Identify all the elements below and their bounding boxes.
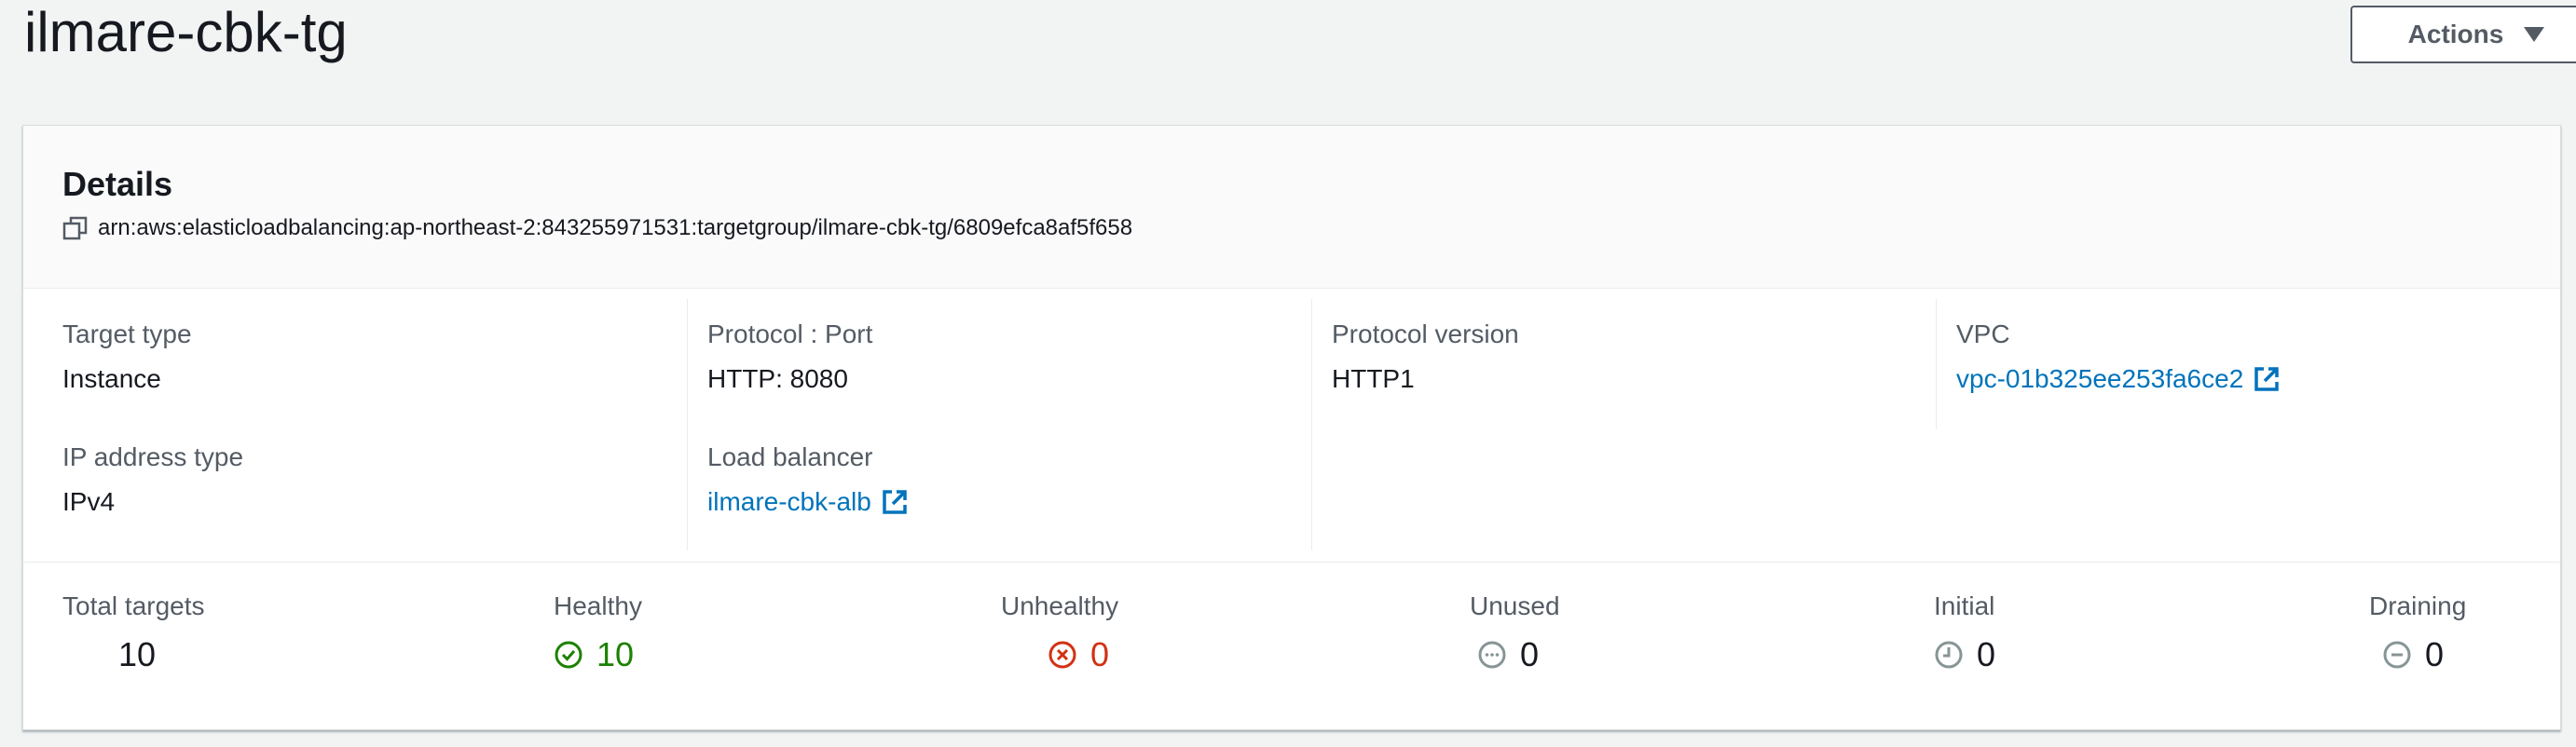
protocol-version-field: Protocol version HTTP1 bbox=[1332, 318, 1519, 396]
unused-label: Unused bbox=[1470, 591, 1560, 620]
unhealthy-count: Unhealthy 0 bbox=[1001, 590, 1118, 675]
actions-button-label: Actions bbox=[2407, 20, 2504, 48]
details-column-1: Target type Instance IP address type IPv… bbox=[62, 299, 666, 550]
caret-down-icon bbox=[2524, 27, 2545, 42]
healthy-count: Healthy 10 bbox=[554, 590, 642, 675]
ip-address-type-value: IPv4 bbox=[62, 487, 116, 516]
details-column-2: Protocol : Port HTTP: 8080 Load balancer… bbox=[687, 299, 1311, 550]
protocol-port-field: Protocol : Port HTTP: 8080 bbox=[707, 318, 872, 396]
unhealthy-label: Unhealthy bbox=[1001, 591, 1119, 620]
load-balancer-link-text[interactable]: ilmare-cbk-alb bbox=[707, 485, 871, 519]
healthy-label: Healthy bbox=[554, 591, 642, 620]
protocol-port-label: Protocol : Port bbox=[707, 319, 873, 348]
initial-value: 0 bbox=[1977, 635, 1996, 673]
total-targets-label: Total targets bbox=[62, 591, 205, 620]
details-column-4: VPC vpc-01b325ee253fa6ce2 bbox=[1936, 299, 2534, 429]
load-balancer-link[interactable]: ilmare-cbk-alb bbox=[707, 485, 909, 519]
arn-row: arn:aws:elasticloadbalancing:ap-northeas… bbox=[62, 215, 1132, 241]
copy-icon[interactable] bbox=[62, 215, 89, 241]
protocol-version-label: Protocol version bbox=[1332, 319, 1519, 348]
initial-count: Initial 0 bbox=[1934, 590, 1995, 675]
ellipsis-circle-icon bbox=[1477, 640, 1507, 670]
minus-circle-icon bbox=[2382, 640, 2412, 670]
actions-button[interactable]: Actions bbox=[2350, 6, 2576, 63]
vpc-link-text[interactable]: vpc-01b325ee253fa6ce2 bbox=[1956, 362, 2243, 396]
unhealthy-value: 0 bbox=[1090, 635, 1110, 673]
target-type-value: Instance bbox=[62, 364, 161, 393]
unused-count: Unused 0 bbox=[1470, 590, 1560, 675]
target-counts-row: Total targets 10 Healthy 10 Unhealthy 0 … bbox=[23, 562, 2560, 729]
check-circle-icon bbox=[554, 640, 583, 670]
details-column-3: Protocol version HTTP1 bbox=[1311, 299, 1936, 550]
details-title: Details bbox=[62, 165, 173, 203]
vpc-link[interactable]: vpc-01b325ee253fa6ce2 bbox=[1956, 362, 2281, 396]
arn-value: arn:aws:elasticloadbalancing:ap-northeas… bbox=[98, 215, 1133, 240]
load-balancer-label: Load balancer bbox=[707, 442, 873, 471]
protocol-version-value: HTTP1 bbox=[1332, 364, 1415, 393]
ip-address-type-field: IP address type IPv4 bbox=[62, 441, 243, 519]
target-type-field: Target type Instance bbox=[62, 318, 192, 396]
details-panel: Details arn:aws:elasticloadbalancing:ap-… bbox=[22, 125, 2561, 730]
details-info-grid: Target type Instance IP address type IPv… bbox=[23, 288, 2560, 563]
initial-label: Initial bbox=[1934, 591, 1995, 620]
draining-label: Draining bbox=[2369, 591, 2467, 620]
x-circle-icon bbox=[1048, 640, 1077, 670]
healthy-value: 10 bbox=[596, 635, 635, 673]
details-header: Details arn:aws:elasticloadbalancing:ap-… bbox=[23, 126, 2560, 289]
total-targets-count: Total targets 10 bbox=[62, 590, 205, 675]
draining-count: Draining 0 bbox=[2369, 590, 2466, 675]
external-link-icon bbox=[2253, 365, 2281, 393]
unused-value: 0 bbox=[1520, 635, 1540, 673]
total-targets-value: 10 bbox=[118, 635, 157, 673]
vpc-label: VPC bbox=[1956, 319, 2010, 348]
protocol-port-value: HTTP: 8080 bbox=[707, 364, 848, 393]
draining-value: 0 bbox=[2425, 635, 2445, 673]
target-type-label: Target type bbox=[62, 319, 192, 348]
page-title: ilmare-cbk-tg bbox=[24, 1, 348, 63]
load-balancer-field: Load balancer ilmare-cbk-alb bbox=[707, 441, 909, 519]
vpc-field: VPC vpc-01b325ee253fa6ce2 bbox=[1956, 318, 2281, 396]
clock-icon bbox=[1934, 640, 1964, 670]
ip-address-type-label: IP address type bbox=[62, 442, 244, 471]
external-link-icon bbox=[881, 488, 909, 516]
